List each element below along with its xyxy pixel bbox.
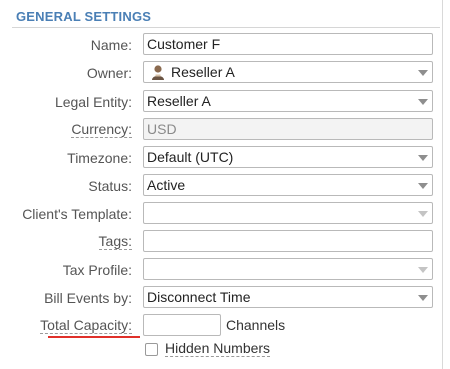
legal-entity-value: Reseller A — [147, 93, 211, 109]
total-capacity-input[interactable] — [143, 314, 221, 336]
currency-value: USD — [147, 121, 177, 137]
clients-template-label: Client's Template: — [22, 206, 132, 222]
bill-events-select[interactable]: Disconnect Time — [143, 286, 433, 308]
clients-template-select[interactable] — [143, 202, 433, 224]
tax-profile-label: Tax Profile: — [62, 262, 132, 278]
currency-row: Currency: USD — [0, 118, 443, 142]
owner-select[interactable]: Reseller A — [143, 61, 433, 83]
bill-events-label: Bill Events by: — [44, 290, 132, 306]
general-settings-panel: GENERAL SETTINGS Name: Customer F Owner:… — [0, 0, 443, 369]
currency-field: USD — [143, 118, 433, 140]
chevron-down-icon — [418, 70, 428, 76]
name-row: Name: Customer F — [0, 33, 443, 57]
section-title: GENERAL SETTINGS — [16, 9, 152, 24]
status-label: Status: — [88, 178, 132, 194]
tags-input[interactable] — [143, 230, 433, 252]
status-row: Status: Active — [0, 174, 443, 198]
owner-label: Owner: — [86, 65, 132, 81]
name-value: Customer F — [147, 36, 221, 52]
timezone-label: Timezone: — [67, 150, 132, 166]
status-value: Active — [147, 177, 186, 193]
hidden-numbers-label[interactable]: Hidden Numbers — [165, 340, 271, 357]
chevron-down-icon — [418, 155, 428, 161]
chevron-down-icon — [418, 211, 428, 217]
total-capacity-label: Total Capacity: — [40, 317, 132, 334]
bill-events-value: Disconnect Time — [147, 289, 251, 305]
bill-events-row: Bill Events by: Disconnect Time — [0, 286, 443, 310]
clients-template-row: Client's Template: — [0, 202, 443, 226]
chevron-down-icon — [418, 183, 428, 189]
name-input[interactable]: Customer F — [143, 33, 433, 55]
owner-value: Reseller A — [171, 64, 235, 80]
section-divider — [12, 27, 440, 28]
legal-entity-select[interactable]: Reseller A — [143, 90, 433, 112]
tags-row: Tags: — [0, 230, 443, 254]
chevron-down-icon — [418, 295, 428, 301]
tax-profile-select[interactable] — [143, 258, 433, 280]
timezone-value: Default (UTC) — [147, 149, 234, 165]
timezone-row: Timezone: Default (UTC) — [0, 146, 443, 170]
legal-entity-label: Legal Entity: — [54, 94, 132, 110]
user-avatar-icon — [152, 65, 164, 80]
chevron-down-icon — [418, 99, 428, 105]
name-label: Name: — [90, 37, 132, 53]
total-capacity-row: Total Capacity: Channels — [0, 314, 443, 338]
legal-entity-row: Legal Entity: Reseller A — [0, 90, 443, 114]
tags-label: Tags: — [98, 233, 132, 250]
hidden-numbers-checkbox[interactable] — [145, 343, 158, 356]
status-select[interactable]: Active — [143, 174, 433, 196]
highlight-underline — [48, 336, 140, 338]
hidden-numbers-row: Hidden Numbers — [0, 339, 443, 363]
timezone-select[interactable]: Default (UTC) — [143, 146, 433, 168]
tax-profile-row: Tax Profile: — [0, 258, 443, 282]
capacity-unit-label: Channels — [226, 317, 286, 333]
chevron-down-icon — [418, 267, 428, 273]
owner-row: Owner: Reseller A — [0, 61, 443, 85]
currency-label: Currency: — [71, 121, 132, 138]
